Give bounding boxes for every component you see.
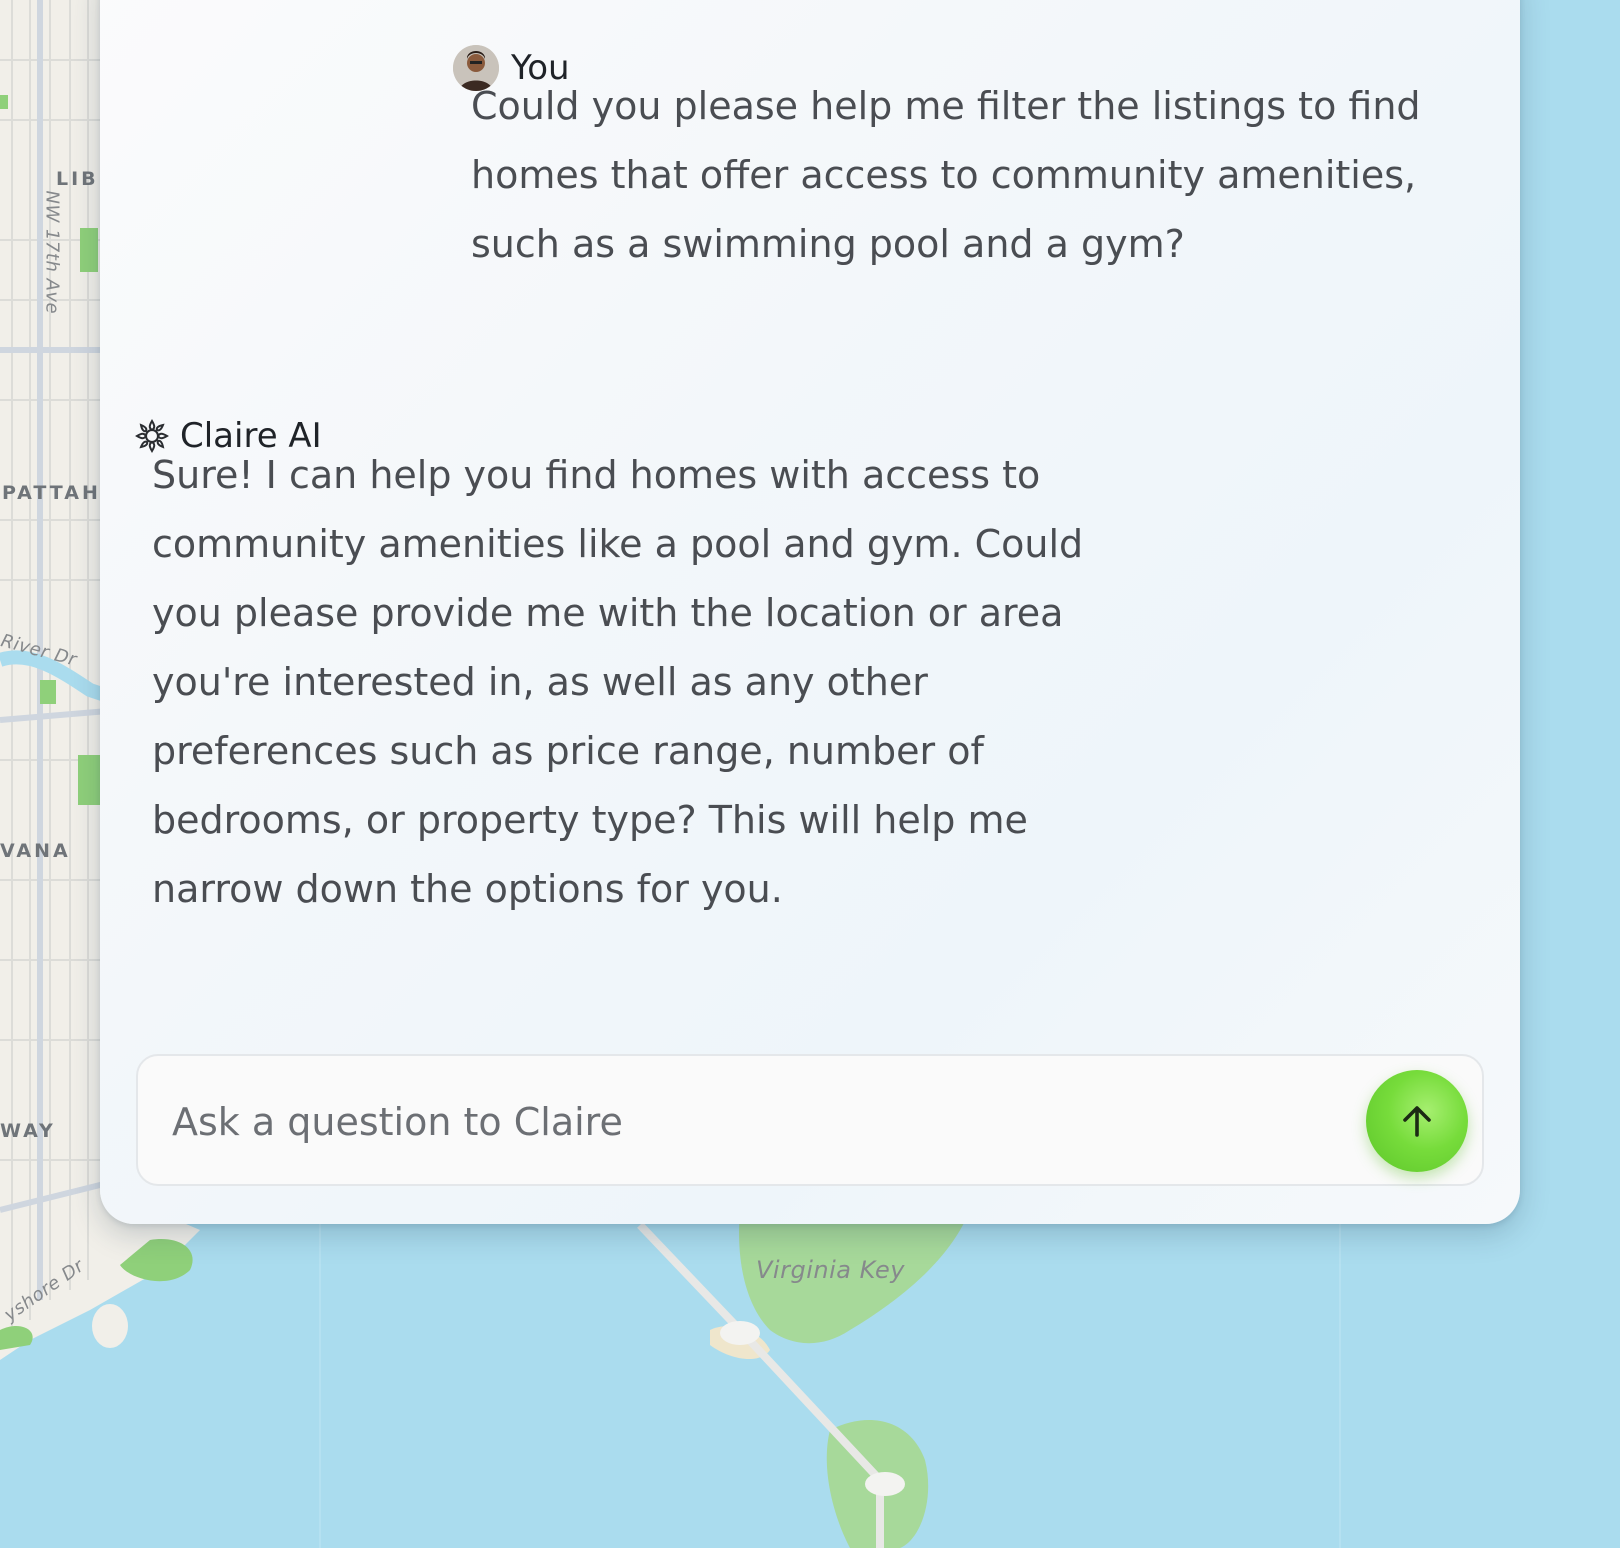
map-label-way: WAY (0, 1120, 56, 1142)
causeway-node (865, 1472, 905, 1496)
app-stage: LIBI NW 17th Ave PATTAH River Dr VANA WA… (0, 0, 1620, 1548)
map-label-nw-17th-ave: NW 17th Ave (41, 190, 63, 315)
assistant-message-text: Sure! I can help you find homes with acc… (152, 453, 1084, 911)
park (0, 95, 8, 109)
park (40, 680, 56, 704)
small-island (92, 1304, 128, 1348)
map-label-havana: VANA (0, 840, 71, 862)
map-label-allapattah: PATTAH (2, 482, 101, 504)
causeway-node (720, 1321, 760, 1345)
chat-panel: You Could you please help me filter the … (100, 0, 1520, 1224)
arrow-up-icon (1403, 1106, 1431, 1137)
map-label-virginia-key: Virginia Key (756, 1256, 905, 1284)
send-button[interactable] (1366, 1070, 1468, 1172)
park (78, 755, 100, 805)
user-message-text: Could you please help me filter the list… (471, 84, 1421, 266)
park (80, 228, 98, 272)
question-input[interactable] (170, 1076, 1324, 1168)
message-composer (136, 1054, 1484, 1186)
